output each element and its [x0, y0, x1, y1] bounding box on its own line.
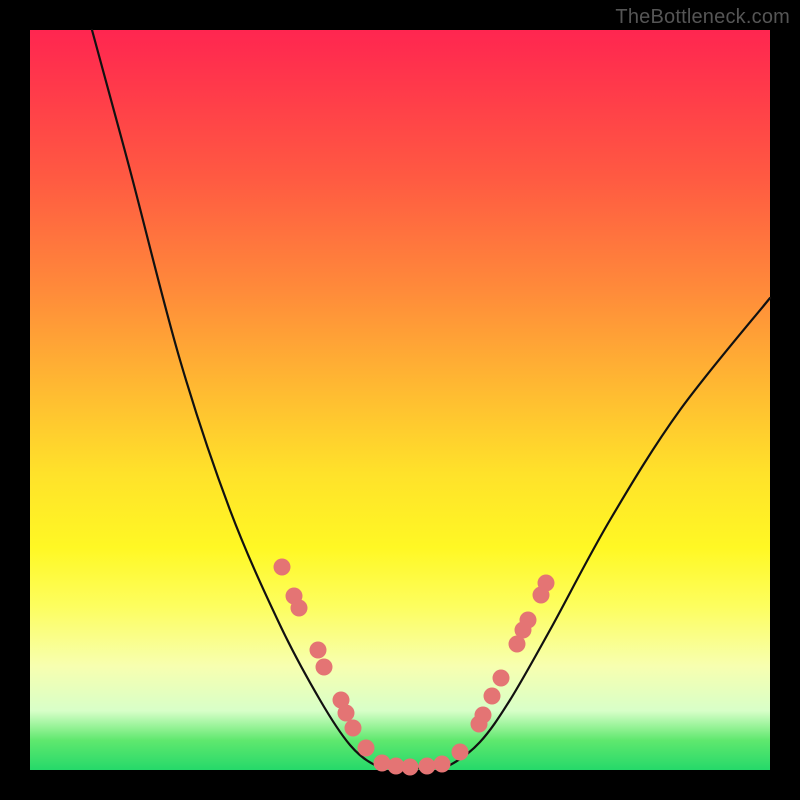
curve-dot	[475, 707, 492, 724]
curve-dot	[419, 758, 436, 775]
watermark-text: TheBottleneck.com	[615, 6, 790, 29]
curve-dot	[310, 642, 327, 659]
curve-dots-group	[274, 559, 555, 776]
curve-dot	[316, 659, 333, 676]
plot-area	[30, 30, 770, 770]
curve-dot	[493, 670, 510, 687]
curve-dot	[452, 744, 469, 761]
curve-dot	[291, 600, 308, 617]
curve-dot	[402, 759, 419, 776]
curve-dot	[484, 688, 501, 705]
curve-dot	[338, 705, 355, 722]
bottleneck-curve	[92, 30, 770, 768]
curve-dot	[538, 575, 555, 592]
curve-dot	[434, 756, 451, 773]
chart-container: TheBottleneck.com	[0, 0, 800, 800]
curve-dot	[345, 720, 362, 737]
curve-svg	[30, 30, 770, 770]
curve-dot	[274, 559, 291, 576]
curve-dot	[374, 755, 391, 772]
curve-dot	[520, 612, 537, 629]
curve-dot	[358, 740, 375, 757]
